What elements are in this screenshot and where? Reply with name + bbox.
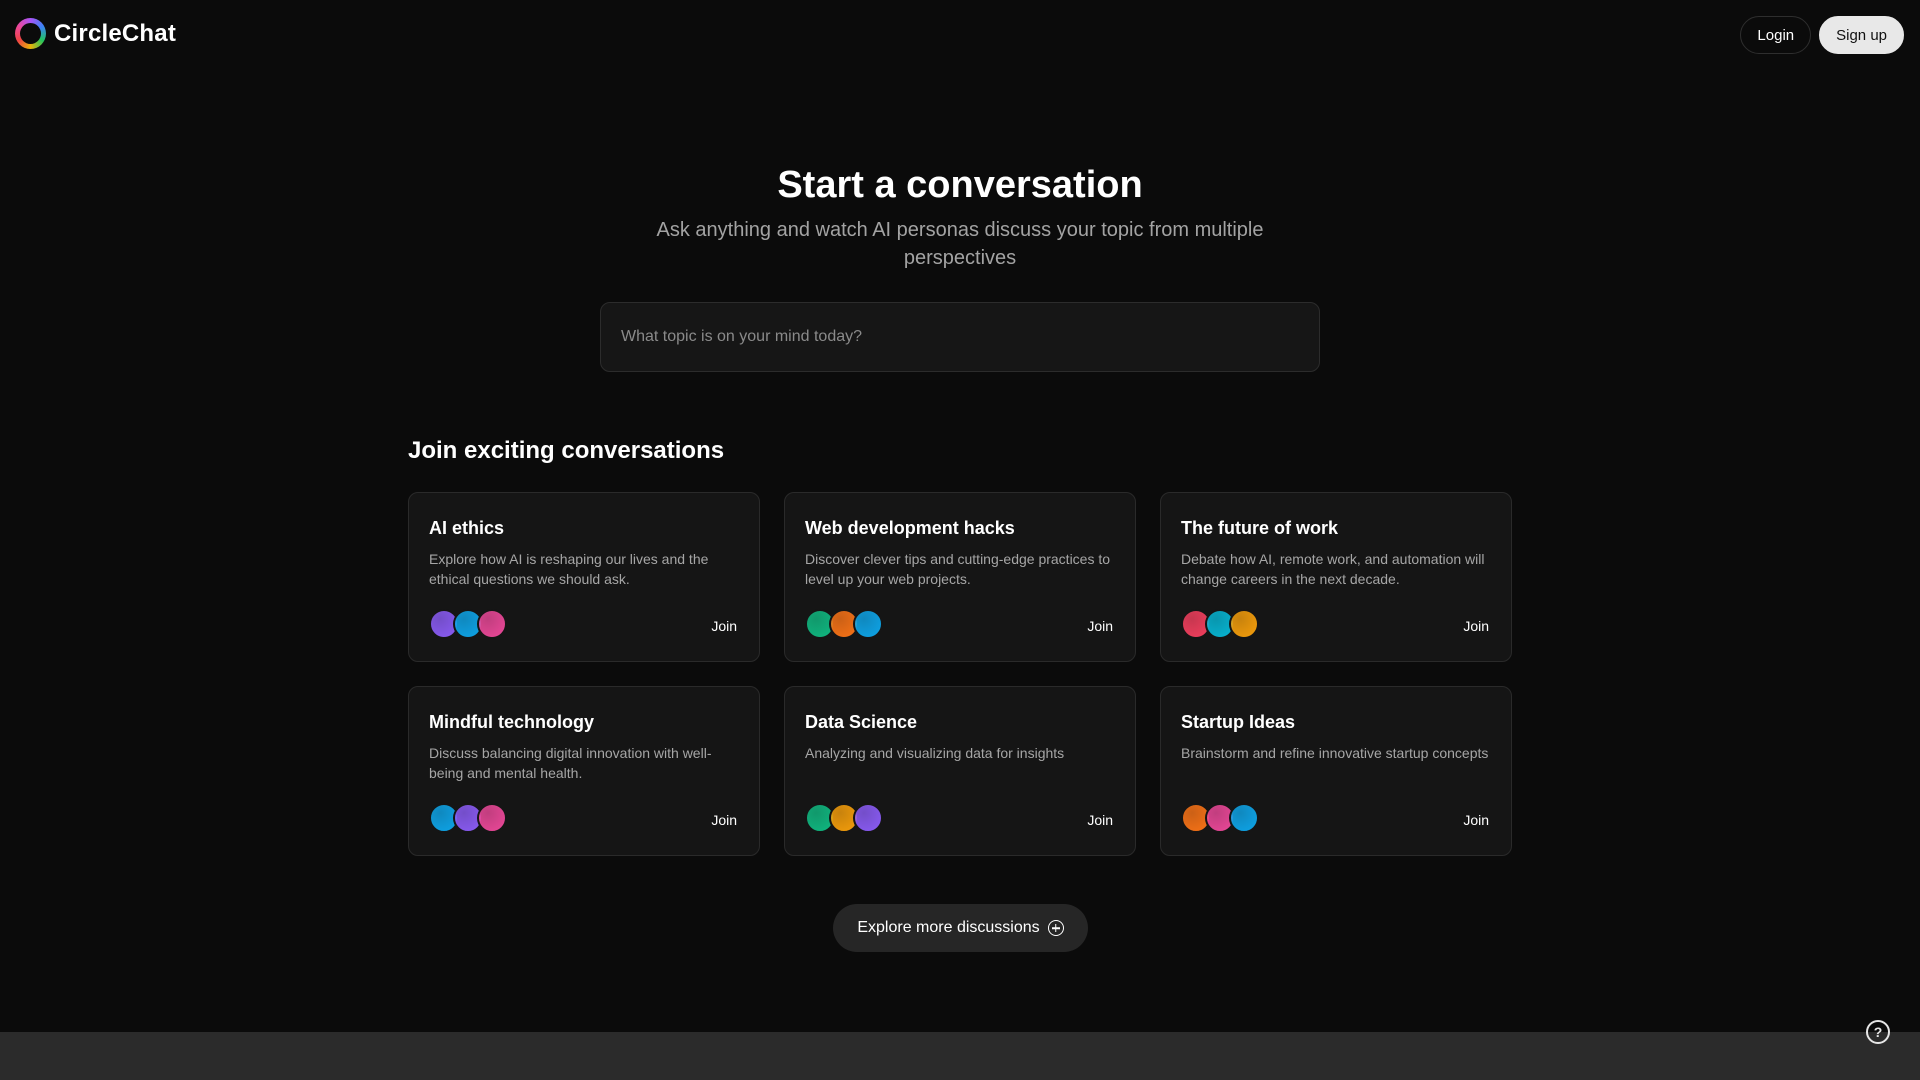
hero-subtitle: Ask anything and watch AI personas discu… [656, 219, 1264, 269]
topic-input[interactable] [601, 303, 1319, 371]
avatar-group [1181, 609, 1259, 639]
join-button[interactable]: Join [1463, 812, 1489, 828]
avatar [1229, 609, 1259, 639]
hero-title: Start a conversation [777, 164, 1143, 206]
card-title: The future of work [1181, 518, 1338, 538]
auth-buttons: Login Sign up [1740, 16, 1904, 54]
conversation-card[interactable]: Mindful technology Discuss balancing dig… [408, 686, 760, 856]
explore-more-label: Explore more discussions [857, 919, 1040, 936]
avatar [853, 609, 883, 639]
join-button[interactable]: Join [711, 618, 737, 634]
page: CircleChat Login Sign up Start a convers… [0, 0, 1920, 1080]
avatar-group [429, 803, 507, 833]
footer-bar [0, 1032, 1920, 1080]
avatar [477, 609, 507, 639]
avatar-group [429, 609, 507, 639]
card-title: Startup Ideas [1181, 712, 1296, 732]
card-description: Explore how AI is reshaping our lives an… [429, 551, 709, 587]
card-description: Analyzing and visualizing data for insig… [805, 745, 1065, 761]
top-bar: CircleChat Login Sign up [0, 0, 1920, 70]
conversation-card[interactable]: AI ethics Explore how AI is reshaping ou… [408, 492, 760, 662]
avatar [853, 803, 883, 833]
join-button[interactable]: Join [1087, 618, 1113, 634]
topic-input-box [600, 302, 1320, 372]
card-title: Data Science [805, 712, 918, 732]
plus-circle-icon [1047, 920, 1064, 936]
card-description: Discover clever tips and cutting-edge pr… [805, 551, 1111, 587]
conversation-grid: AI ethics Explore how AI is reshaping ou… [408, 492, 1512, 856]
card-title: AI ethics [429, 518, 505, 538]
ring-logo-icon [15, 18, 46, 49]
card-description: Discuss balancing digital innovation wit… [429, 745, 712, 781]
signup-button[interactable]: Sign up [1819, 16, 1904, 54]
conversation-card[interactable]: Web development hacks Discover clever ti… [784, 492, 1136, 662]
login-button[interactable]: Login [1740, 16, 1812, 54]
conversation-card[interactable]: Data Science Analyzing and visualizing d… [784, 686, 1136, 856]
conversation-card[interactable]: Startup Ideas Brainstorm and refine inno… [1160, 686, 1512, 856]
avatar [1229, 803, 1259, 833]
join-button[interactable]: Join [711, 812, 737, 828]
section-title: Join exciting conversations [408, 437, 725, 464]
card-description: Debate how AI, remote work, and automati… [1181, 551, 1485, 587]
card-title: Mindful technology [429, 712, 594, 732]
brand[interactable]: CircleChat [15, 18, 176, 49]
avatar [477, 803, 507, 833]
avatar-group [805, 803, 883, 833]
card-description: Brainstorm and refine innovative startup… [1181, 745, 1489, 761]
avatar-group [1181, 803, 1259, 833]
explore-more-button[interactable]: Explore more discussions [833, 904, 1088, 952]
avatar-group [805, 609, 883, 639]
conversation-card[interactable]: The future of work Debate how AI, remote… [1160, 492, 1512, 662]
hero: Start a conversation Ask anything and wa… [0, 160, 1920, 272]
brand-name: CircleChat [54, 19, 177, 47]
help-circle-icon[interactable]: ? [1866, 1020, 1890, 1044]
join-button[interactable]: Join [1463, 618, 1489, 634]
card-title: Web development hacks [805, 518, 1015, 538]
join-button[interactable]: Join [1087, 812, 1113, 828]
